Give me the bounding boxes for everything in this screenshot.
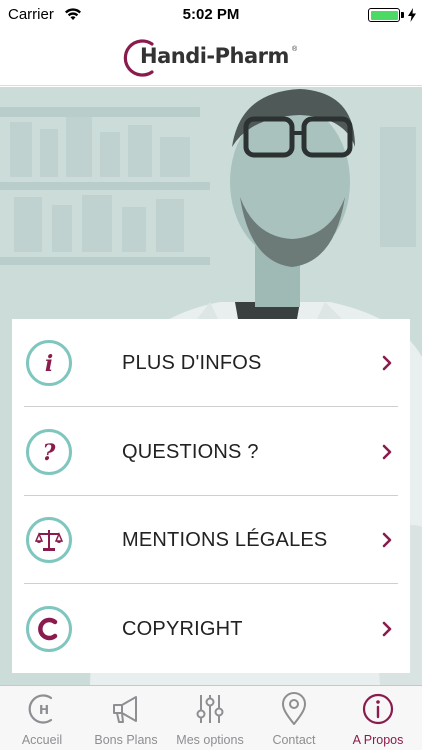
menu-item-label: MENTIONS LÉGALES (122, 529, 328, 551)
clock: 5:02 PM (182, 6, 240, 23)
tab-label: Contact (272, 733, 316, 747)
home-h-icon: H (28, 694, 53, 724)
logo-text: Handi-Pharm (140, 44, 289, 68)
svg-text:H: H (39, 703, 49, 717)
chevron-right-icon (382, 532, 392, 548)
menu-item-mentions-legales[interactable]: MENTIONS LÉGALES (12, 496, 410, 584)
tab-bar: H Accueil Bons Plans Mes options Contact (0, 685, 422, 750)
menu-item-questions[interactable]: ? QUESTIONS ? (12, 408, 410, 496)
bolt-icon (408, 8, 416, 27)
svg-text:i: i (45, 351, 53, 377)
svg-text:?: ? (43, 440, 57, 466)
battery-level (370, 10, 398, 20)
menu-item-label: QUESTIONS ? (122, 441, 259, 463)
menu-item-label: PLUS D'INFOS (122, 352, 262, 374)
tab-accueil[interactable]: H Accueil (0, 686, 84, 750)
info-icon: i (26, 340, 72, 386)
battery-cap (401, 12, 404, 18)
chevron-right-icon (382, 444, 392, 460)
logo-registered-mark: ® (292, 46, 298, 53)
battery-icon (368, 8, 400, 22)
sliders-icon (196, 695, 224, 723)
tab-label: Accueil (21, 733, 63, 747)
question-icon: ? (26, 429, 72, 475)
status-bar: Carrier 5:02 PM (0, 0, 422, 30)
divider (24, 583, 398, 584)
tab-a-propos[interactable]: A Propos (336, 686, 420, 750)
tab-bons-plans[interactable]: Bons Plans (84, 686, 168, 750)
menu-item-label: COPYRIGHT (122, 618, 243, 640)
megaphone-icon (113, 696, 137, 723)
divider (24, 406, 398, 407)
chevron-right-icon (382, 621, 392, 637)
menu-item-plus-infos[interactable]: i PLUS D'INFOS (12, 319, 410, 407)
menu-item-copyright[interactable]: COPYRIGHT (12, 585, 410, 673)
scales-icon (26, 517, 72, 563)
location-pin-icon (282, 692, 306, 725)
chevron-right-icon (382, 355, 392, 371)
tab-contact[interactable]: Contact (252, 686, 336, 750)
about-menu-card: i PLUS D'INFOS ? QUESTIONS ? MENTIONS LÉ… (12, 319, 410, 673)
nav-bar: Handi-Pharm ® (0, 30, 422, 86)
info-circle-icon (362, 693, 394, 725)
tab-label: A Propos (352, 733, 404, 747)
handi-pharm-logo: Handi-Pharm ® (122, 38, 302, 78)
tab-label: Mes options (176, 733, 244, 747)
tab-mes-options[interactable]: Mes options (168, 686, 252, 750)
copyright-icon (26, 606, 72, 652)
tab-label: Bons Plans (94, 733, 158, 747)
